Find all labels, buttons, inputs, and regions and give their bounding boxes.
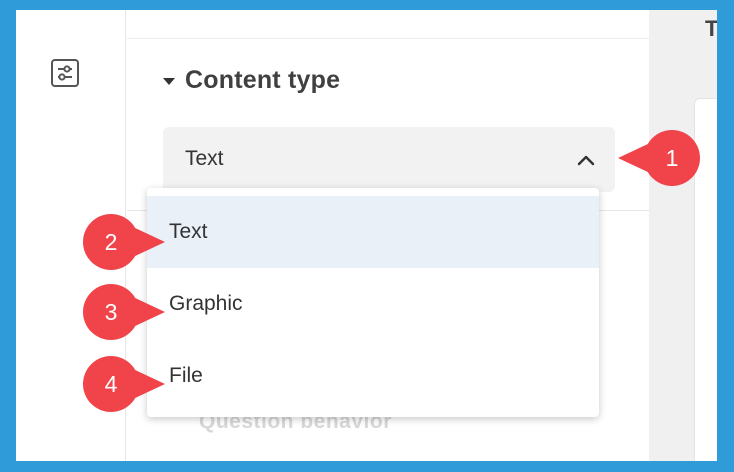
content-type-dropdown-menu: Text Graphic File <box>147 188 599 417</box>
callout-number: 3 <box>104 298 118 325</box>
section-title: Content type <box>185 66 341 94</box>
select-value: Text <box>185 147 224 170</box>
callout-2: 2 <box>77 213 167 271</box>
callout-number: 1 <box>665 144 679 171</box>
callout-number: 2 <box>104 228 118 255</box>
content-type-section-toggle[interactable]: Content type <box>163 66 340 95</box>
menu-item-graphic[interactable]: Graphic <box>147 268 599 340</box>
right-pane: T <box>649 10 717 461</box>
menu-item-file[interactable]: File <box>147 340 599 412</box>
divider <box>127 38 649 39</box>
callout-number: 4 <box>104 370 118 397</box>
content-type-select[interactable]: Text <box>163 127 615 192</box>
menu-item-text[interactable]: Text <box>147 196 599 268</box>
callout-3: 3 <box>77 283 167 341</box>
caret-down-icon <box>163 78 175 85</box>
right-pane-glyph: T <box>705 16 717 41</box>
chevron-up-icon <box>575 149 597 171</box>
callout-4: 4 <box>77 355 167 413</box>
callout-1: 1 <box>616 129 706 187</box>
sliders-settings-icon[interactable] <box>50 58 80 88</box>
